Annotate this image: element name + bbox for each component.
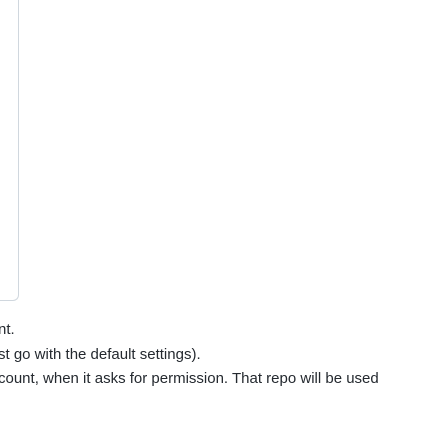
text-line-clipped: . xyxy=(0,392,425,402)
text-line: st go with the default settings). xyxy=(0,345,201,363)
text-line: nt. xyxy=(0,321,15,338)
readme-text: nt. st go with the default settings). co… xyxy=(0,318,425,402)
text-line: . xyxy=(0,397,2,402)
embedded-frame-edge xyxy=(0,0,19,301)
text-line: count, when it asks for permission. That… xyxy=(0,370,379,387)
